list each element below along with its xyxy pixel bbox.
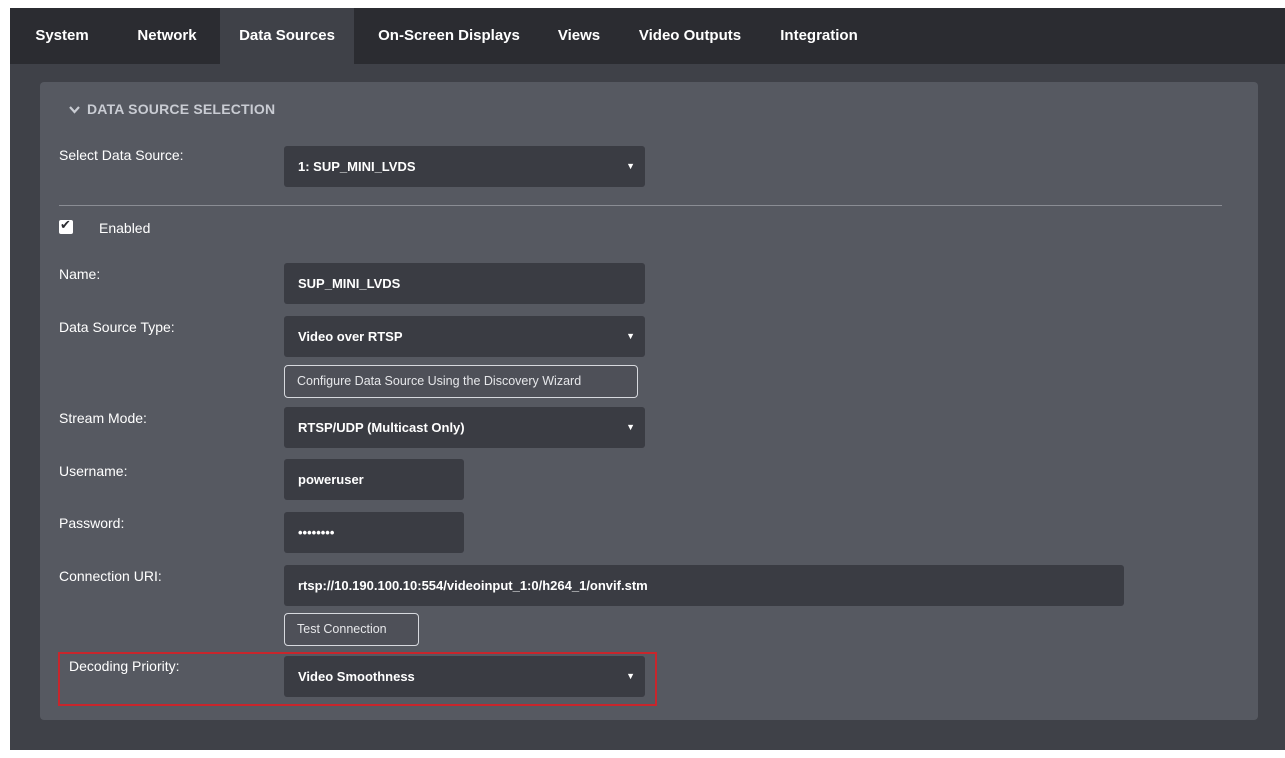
caret-down-icon: ▼ [626,161,635,171]
section-title: DATA SOURCE SELECTION [87,101,276,117]
username-value: poweruser [298,472,364,487]
caret-down-icon: ▼ [626,422,635,432]
name-label: Name: [59,266,101,282]
stream-mode-dropdown[interactable]: RTSP/UDP (Multicast Only) ▼ [284,407,645,448]
discovery-wizard-button[interactable]: Configure Data Source Using the Discover… [284,365,638,398]
data-source-type-dropdown[interactable]: Video over RTSP ▼ [284,316,645,357]
tab-on-screen-displays[interactable]: On-Screen Displays [354,8,544,64]
caret-down-icon: ▼ [626,331,635,341]
data-source-type-label: Data Source Type: [59,319,175,335]
username-label: Username: [59,463,128,479]
tab-integration[interactable]: Integration [766,8,872,64]
select-data-source-dropdown[interactable]: 1: SUP_MINI_LVDS ▼ [284,146,645,187]
password-value: •••••••• [298,525,335,540]
connection-uri-input[interactable]: rtsp://10.190.100.10:554/videoinput_1:0/… [284,565,1124,606]
password-label: Password: [59,515,125,531]
section-header-data-source-selection[interactable]: DATA SOURCE SELECTION [69,101,275,117]
tab-system[interactable]: System [10,8,114,64]
chevron-down-icon [69,105,81,117]
tab-views[interactable]: Views [544,8,614,64]
select-data-source-value: 1: SUP_MINI_LVDS [298,159,416,174]
password-input[interactable]: •••••••• [284,512,464,553]
stream-mode-label: Stream Mode: [59,410,147,426]
tab-data-sources[interactable]: Data Sources [220,8,354,64]
tab-video-outputs[interactable]: Video Outputs [614,8,766,64]
connection-uri-label: Connection URI: [59,568,162,584]
select-data-source-label: Select Data Source: [59,147,184,163]
enabled-checkbox[interactable]: ✔ [59,217,73,234]
test-connection-button[interactable]: Test Connection [284,613,419,646]
divider [59,205,1222,206]
decoding-priority-highlight [58,652,657,706]
name-value: SUP_MINI_LVDS [298,276,401,291]
enabled-label: Enabled [99,220,151,236]
stream-mode-value: RTSP/UDP (Multicast Only) [298,420,465,435]
username-input[interactable]: poweruser [284,459,464,500]
checkmark-icon: ✔ [60,217,71,232]
data-source-type-value: Video over RTSP [298,329,403,344]
tab-network[interactable]: Network [114,8,220,64]
settings-window: System Network Data Sources On-Screen Di… [10,8,1285,750]
name-input[interactable]: SUP_MINI_LVDS [284,263,645,304]
connection-uri-value: rtsp://10.190.100.10:554/videoinput_1:0/… [298,578,648,593]
data-source-panel [40,82,1258,720]
tab-bar: System Network Data Sources On-Screen Di… [10,8,1285,64]
